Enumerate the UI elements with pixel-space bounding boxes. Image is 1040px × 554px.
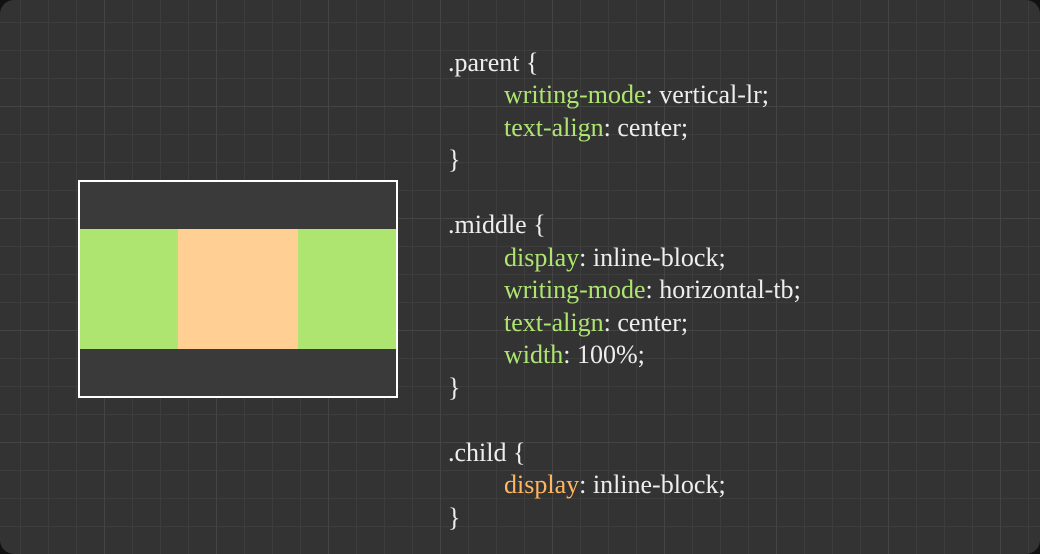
demo-parent-box bbox=[78, 180, 398, 398]
prop-text-align: text-align bbox=[504, 113, 604, 142]
colon: : bbox=[579, 243, 593, 272]
val-center: center bbox=[617, 113, 681, 142]
val-inline-block: inline-block bbox=[593, 243, 719, 272]
val-horizontal-tb: horizontal-tb bbox=[659, 275, 793, 304]
prop-display: display bbox=[504, 470, 579, 499]
brace-close: } bbox=[448, 145, 460, 174]
demo-child-box bbox=[178, 229, 298, 349]
demo-middle-box bbox=[80, 229, 396, 349]
colon: : bbox=[604, 113, 618, 142]
val-inline-block: inline-block bbox=[593, 470, 719, 499]
colon: : bbox=[579, 470, 593, 499]
val-center: center bbox=[617, 308, 681, 337]
brace-open: { bbox=[519, 48, 538, 77]
colon: : bbox=[646, 275, 660, 304]
semi: ; bbox=[681, 113, 688, 142]
semi: ; bbox=[718, 243, 725, 272]
prop-width: width bbox=[504, 340, 563, 369]
code-block: .parent { writing-mode: vertical-lr; tex… bbox=[448, 14, 801, 534]
prop-writing-mode: writing-mode bbox=[504, 80, 646, 109]
colon: : bbox=[604, 308, 618, 337]
brace-open: { bbox=[527, 210, 546, 239]
brace-close: } bbox=[448, 373, 460, 402]
val-hundred: 100% bbox=[577, 340, 638, 369]
val-vertical-lr: vertical-lr bbox=[659, 80, 762, 109]
brace-open: { bbox=[507, 438, 526, 467]
prop-writing-mode: writing-mode bbox=[504, 275, 646, 304]
brace-close: } bbox=[448, 503, 460, 532]
colon: : bbox=[563, 340, 577, 369]
selector-parent: .parent bbox=[448, 48, 519, 77]
colon: : bbox=[646, 80, 660, 109]
semi: ; bbox=[638, 340, 645, 369]
semi: ; bbox=[794, 275, 801, 304]
semi: ; bbox=[762, 80, 769, 109]
prop-display: display bbox=[504, 243, 579, 272]
semi: ; bbox=[718, 470, 725, 499]
slide-panel: .parent { writing-mode: vertical-lr; tex… bbox=[0, 0, 1040, 554]
selector-child: .child bbox=[448, 438, 507, 467]
semi: ; bbox=[681, 308, 688, 337]
selector-middle: .middle bbox=[448, 210, 527, 239]
prop-text-align: text-align bbox=[504, 308, 604, 337]
